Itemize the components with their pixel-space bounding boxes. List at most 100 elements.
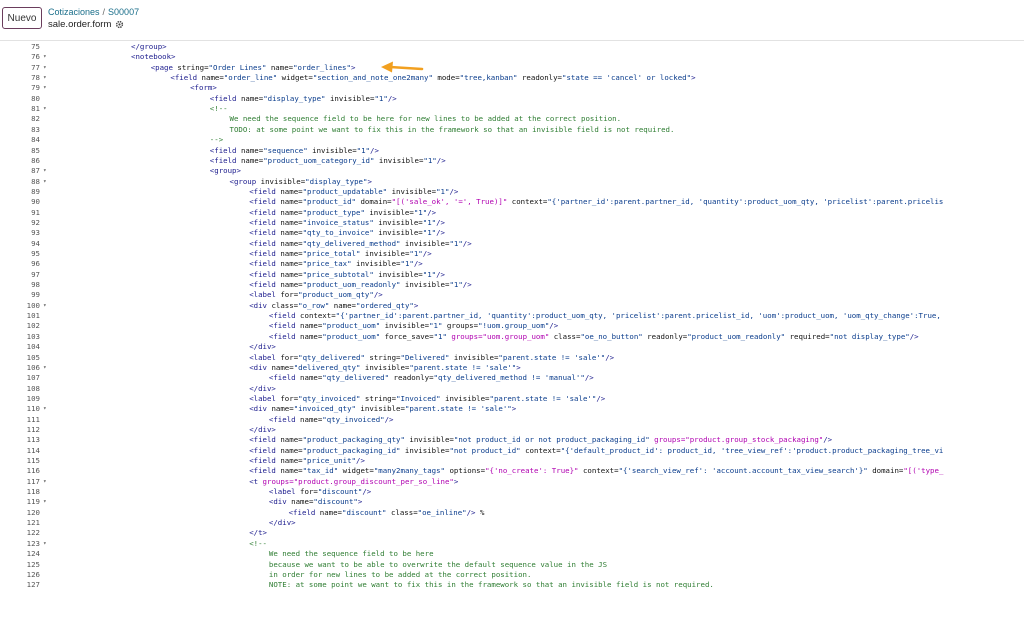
code-token: name=: [271, 362, 294, 372]
code-text: <field name="price_unit"/>: [249, 456, 365, 466]
code-token: widget=: [277, 73, 313, 83]
code-line: 104 </div>: [0, 342, 1024, 352]
code-token: <t: [249, 476, 263, 486]
fold-toggle-icon[interactable]: ▾: [43, 73, 47, 83]
new-button[interactable]: Nuevo: [2, 7, 42, 29]
line-number: 89: [31, 186, 40, 196]
fold-toggle-icon[interactable]: ▾: [43, 177, 47, 187]
code-line: 110 ▾ <div name="invoiced_qty" invisible="…: [0, 404, 1024, 414]
code-editor[interactable]: 75 </group> 76 ▾ <notebook> 77 ▾ <page string="…: [0, 42, 1024, 626]
code-token: context=: [578, 466, 619, 476]
gear-icon[interactable]: [115, 20, 124, 29]
line-number: 78: [31, 73, 40, 83]
code-token: "product_type": [302, 207, 365, 217]
code-token: "{'no_create': True}": [485, 466, 579, 476]
code-token: for=: [280, 393, 299, 403]
code-token: />: [436, 228, 446, 238]
code-token: name=: [266, 62, 294, 72]
fold-toggle-icon[interactable]: ▾: [43, 52, 47, 62]
code-line: 119 ▾ <div name="discount">: [0, 497, 1024, 507]
line-number: 77: [31, 62, 40, 72]
view-name-label: sale.order.form: [48, 19, 112, 30]
code-token: <field: [268, 373, 301, 383]
fold-toggle-icon[interactable]: ▾: [43, 363, 47, 373]
fold-toggle-icon[interactable]: ▾: [43, 477, 47, 487]
code-line: 107 <field name="qty_delivered" readonly=…: [0, 373, 1024, 383]
fold-toggle-icon[interactable]: ▾: [43, 497, 47, 507]
line-number: 110: [26, 404, 40, 414]
code-token: string=: [177, 62, 209, 72]
code-token: />: [362, 487, 372, 497]
code-line: 82 We need the sequence field to be here …: [0, 114, 1024, 124]
code-token: <field: [249, 466, 281, 476]
code-token: <field: [209, 93, 241, 103]
line-number: 108: [26, 383, 40, 393]
code-line: 93 <field name="qty_to_invoice" invisible…: [0, 228, 1024, 238]
line-number: 92: [31, 217, 40, 227]
code-token: "product_uom_readonly": [302, 280, 401, 290]
code-token: />: [462, 280, 472, 290]
code-token: invisible=: [373, 217, 423, 227]
code-line: 114 <field name="product_packaging_id" in…: [0, 446, 1024, 456]
code-token: />: [422, 249, 432, 258]
fold-toggle-icon[interactable]: ▾: [43, 83, 47, 93]
code-line: 116 <field name="tax_id" widget="many2man…: [0, 466, 1024, 476]
code-token: <div: [268, 497, 292, 507]
code-text: <field name="product_type" invisible="1"…: [249, 208, 436, 218]
code-token: "1": [413, 207, 428, 217]
code-line: 91 <field name="product_type" invisible="…: [0, 208, 1024, 218]
code-token: <field: [249, 197, 281, 207]
code-token: />: [466, 507, 476, 517]
code-token: "product_uom": [322, 331, 381, 341]
code-token: "discount": [342, 507, 387, 517]
code-token: <field: [209, 145, 241, 155]
code-token: >: [350, 62, 356, 72]
code-token: -->: [209, 135, 224, 145]
fold-toggle-icon[interactable]: ▾: [43, 63, 47, 73]
code-text: <form>: [190, 83, 217, 93]
code-token: name=: [300, 414, 323, 424]
code-token: />: [373, 290, 383, 300]
line-number: 127: [26, 580, 40, 590]
breadcrumb-parent-link[interactable]: Cotizaciones: [48, 7, 100, 17]
code-line: 85 <field name="sequence" invisible="1"/>: [0, 146, 1024, 156]
code-token: />: [356, 456, 365, 465]
code-text: <label for="product_uom_qty"/>: [249, 290, 383, 300]
code-token: string=: [364, 352, 401, 362]
code-token: <notebook>: [131, 52, 176, 62]
code-token: name=: [240, 93, 264, 103]
fold-toggle-icon[interactable]: ▾: [43, 404, 47, 414]
code-token: </div>: [268, 518, 296, 528]
line-number: 104: [26, 342, 40, 352]
code-token: />: [449, 186, 459, 196]
code-text: <field name="discount" class="oe_inline"…: [289, 508, 485, 518]
fold-toggle-icon[interactable]: ▾: [43, 301, 47, 311]
code-token: "Delivered": [400, 352, 450, 362]
code-token: NOTE: at some point we want to fix this …: [268, 580, 714, 590]
code-text: <field name="product_updatable" invisibl…: [249, 187, 458, 197]
line-number: 83: [31, 124, 40, 134]
code-token: name=: [271, 404, 294, 414]
code-text: TODO: at some point we want to fix this …: [230, 125, 675, 135]
code-token: "parent.state != 'sale'": [498, 352, 606, 362]
code-token: />: [605, 352, 615, 362]
code-token: "product_uom_readonly": [687, 331, 786, 341]
code-text: <group invisible="display_type">: [230, 177, 372, 187]
code-text: <notebook>: [131, 52, 176, 62]
line-number: 95: [31, 249, 40, 258]
code-token: in order for new lines to be added at th…: [268, 569, 532, 579]
code-text: <label for="qty_invoiced" string="Invoic…: [249, 394, 605, 404]
code-token: invisible=: [380, 321, 430, 331]
fold-toggle-icon[interactable]: ▾: [43, 104, 47, 114]
code-token: </div>: [249, 342, 276, 352]
code-token: "parent.state != 'sale'": [489, 393, 597, 403]
code-token: <field: [268, 331, 301, 341]
code-token: <div: [249, 404, 272, 414]
breadcrumb-current-link[interactable]: S00007: [108, 7, 139, 17]
fold-toggle-icon[interactable]: ▾: [43, 539, 47, 549]
code-token: />: [436, 155, 446, 165]
code-text: </t>: [249, 528, 267, 538]
code-token: We need the sequence field to be here: [268, 549, 434, 559]
code-token: "discount": [313, 497, 358, 507]
fold-toggle-icon[interactable]: ▾: [43, 166, 47, 176]
